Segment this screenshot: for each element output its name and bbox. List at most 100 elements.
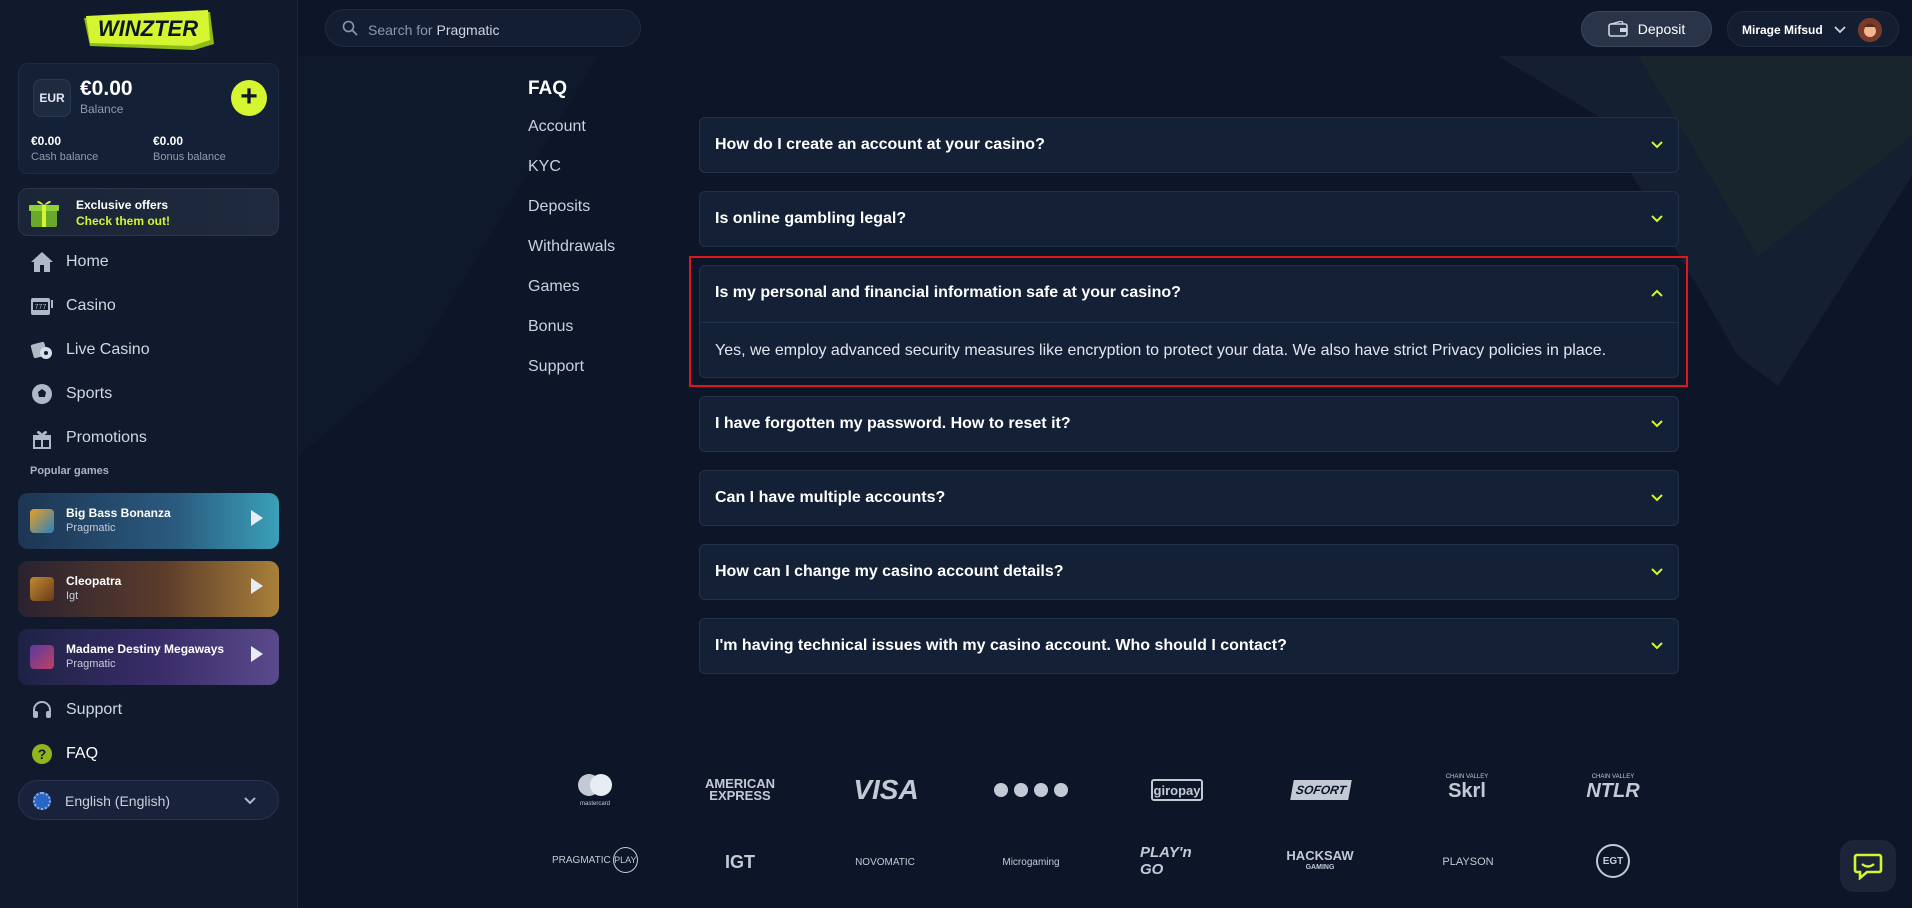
home-icon xyxy=(30,250,54,274)
game-thumbnail xyxy=(30,645,54,669)
nav-home[interactable]: Home xyxy=(30,248,109,276)
nav-support[interactable]: Support xyxy=(30,696,122,724)
nav-faq-label: FAQ xyxy=(66,745,99,762)
faq-category-link[interactable]: KYC xyxy=(528,158,561,176)
mastercard-logo: mastercard xyxy=(570,772,620,808)
chevron-down-icon xyxy=(1651,568,1663,576)
chips-icon xyxy=(30,338,54,362)
svg-text:WINZTER: WINZTER xyxy=(98,16,198,41)
chevron-down-icon xyxy=(1651,642,1663,650)
search-term: Pragmatic xyxy=(436,22,500,38)
highlight-box xyxy=(689,256,1688,387)
nav-promotions-label: Promotions xyxy=(66,429,147,446)
amex-label-bottom: EXPRESS xyxy=(709,788,771,803)
user-menu[interactable]: Mirage Mifsud xyxy=(1727,11,1899,47)
slot-machine-icon: 777 xyxy=(30,294,54,318)
pragmatic-label: PRAGMATIC xyxy=(552,854,611,866)
faq-category-link[interactable]: Support xyxy=(528,358,584,376)
svg-text:?: ? xyxy=(38,746,47,762)
faq-item[interactable]: How do I create an account at your casin… xyxy=(699,117,1679,173)
winzter-logo[interactable]: WINZTER xyxy=(84,10,214,52)
nav-faq[interactable]: ? FAQ xyxy=(30,740,98,768)
language-label: English (English) xyxy=(65,793,171,809)
bonus-balance-label: Bonus balance xyxy=(153,151,226,163)
game-thumbnail xyxy=(30,509,54,533)
novomatic-logo: NOVOMATIC xyxy=(855,856,915,868)
faq-question: Can I have multiple accounts? xyxy=(715,489,946,506)
language-selector[interactable]: English (English) xyxy=(18,780,279,820)
cash-balance: €0.00 Cash balance xyxy=(31,134,98,163)
nav-support-label: Support xyxy=(66,701,123,718)
search-placeholder: Search for Pragmatic xyxy=(368,22,500,38)
faq-category-link[interactable]: Deposits xyxy=(528,198,590,216)
skrl-label: Skrl xyxy=(1448,779,1486,802)
amex-logo: AMERICAN EXPRESS xyxy=(698,776,782,804)
microgaming-logo: Microgaming xyxy=(1002,856,1060,868)
game-name: Madame Destiny Megaways xyxy=(66,642,225,656)
nav-promotions[interactable]: Promotions xyxy=(30,424,147,452)
balance-amount: €0.00 xyxy=(80,77,133,100)
add-funds-button[interactable]: + xyxy=(231,80,267,116)
faq-page-title: FAQ xyxy=(528,78,568,99)
faq-category-link[interactable]: Bonus xyxy=(528,318,573,336)
giropay-logo: giropay xyxy=(1151,779,1203,801)
cash-balance-value: €0.00 xyxy=(31,134,62,148)
chevron-down-icon xyxy=(1651,420,1663,428)
search-prefix: Search for xyxy=(368,22,437,38)
popular-game-card[interactable]: Cleopatra Igt xyxy=(18,561,279,617)
faq-question: How do I create an account at your casin… xyxy=(715,136,1045,153)
playson-logo: PLAYSON xyxy=(1442,856,1494,868)
faq-item[interactable]: I'm having technical issues with my casi… xyxy=(699,618,1679,674)
faq-question: Is online gambling legal? xyxy=(715,210,907,227)
playngo-logo: PLAY'n GO xyxy=(1140,844,1192,878)
faq-item[interactable]: Can I have multiple accounts? xyxy=(699,470,1679,526)
deposit-button[interactable]: Deposit xyxy=(1581,11,1712,47)
faq-question: I'm having technical issues with my casi… xyxy=(715,637,1287,654)
hacksaw-gaming-label: GAMING xyxy=(1305,864,1335,871)
faq-category-link[interactable]: Games xyxy=(528,278,580,296)
play-icon[interactable] xyxy=(251,646,263,662)
play-icon[interactable] xyxy=(251,578,263,594)
headset-icon xyxy=(30,698,54,722)
sofort-logo: SOFORT xyxy=(1290,780,1352,800)
game-thumbnail xyxy=(30,577,54,601)
nav-live-casino[interactable]: Live Casino xyxy=(30,336,150,364)
faq-question: I have forgotten my password. How to res… xyxy=(715,415,1071,432)
nav-sports-label: Sports xyxy=(66,385,113,402)
egt-logo: EGT xyxy=(1596,844,1630,878)
ntlr-label: NTLR xyxy=(1586,779,1640,802)
popular-game-card[interactable]: Madame Destiny Megaways Pragmatic xyxy=(18,629,279,685)
chat-icon xyxy=(1853,853,1883,880)
faq-category-link[interactable]: Account xyxy=(528,118,586,136)
ntlr-logo: CHAIN VALLEY NTLR xyxy=(1580,772,1646,804)
play-icon[interactable] xyxy=(251,510,263,526)
faq-item[interactable]: How can I change my casino account detai… xyxy=(699,544,1679,600)
hacksaw-label: HACKSAW xyxy=(1286,848,1354,863)
soccer-ball-icon xyxy=(30,382,54,406)
nav-sports[interactable]: Sports xyxy=(30,380,112,408)
chevron-down-icon xyxy=(1651,141,1663,149)
faq-item[interactable]: I have forgotten my password. How to res… xyxy=(699,396,1679,452)
currency-badge[interactable]: EUR xyxy=(33,79,71,117)
user-name: Mirage Mifsud xyxy=(1742,23,1823,37)
play-label: PLAY xyxy=(612,847,638,873)
faq-category-link[interactable]: Withdrawals xyxy=(528,238,615,256)
game-name: Big Bass Bonanza xyxy=(66,506,171,520)
svg-text:777: 777 xyxy=(35,304,47,311)
live-chat-button[interactable] xyxy=(1840,840,1896,892)
nav-casino[interactable]: 777 Casino xyxy=(30,292,116,320)
game-provider: Pragmatic xyxy=(66,522,116,534)
offers-cta[interactable]: Check them out! xyxy=(76,214,170,228)
avatar xyxy=(1858,18,1882,42)
popular-game-card[interactable]: Big Bass Bonanza Pragmatic xyxy=(18,493,279,549)
crypto-logos xyxy=(990,780,1074,800)
search-input[interactable]: Search for Pragmatic xyxy=(325,9,641,47)
exclusive-offers-banner[interactable]: Exclusive offers Check them out! xyxy=(18,188,279,236)
faq-item[interactable]: Is online gambling legal? xyxy=(699,191,1679,247)
pragmatic-play-logo: PRAGMATIC PLAY xyxy=(552,840,638,880)
gift-icon xyxy=(30,426,54,450)
hacksaw-logo: HACKSAW GAMING xyxy=(1286,848,1354,876)
question-icon: ? xyxy=(30,742,54,766)
sidebar: WINZTER EUR €0.00 Balance + €0.00 Cash b… xyxy=(0,0,298,908)
chevron-down-icon xyxy=(1651,494,1663,502)
